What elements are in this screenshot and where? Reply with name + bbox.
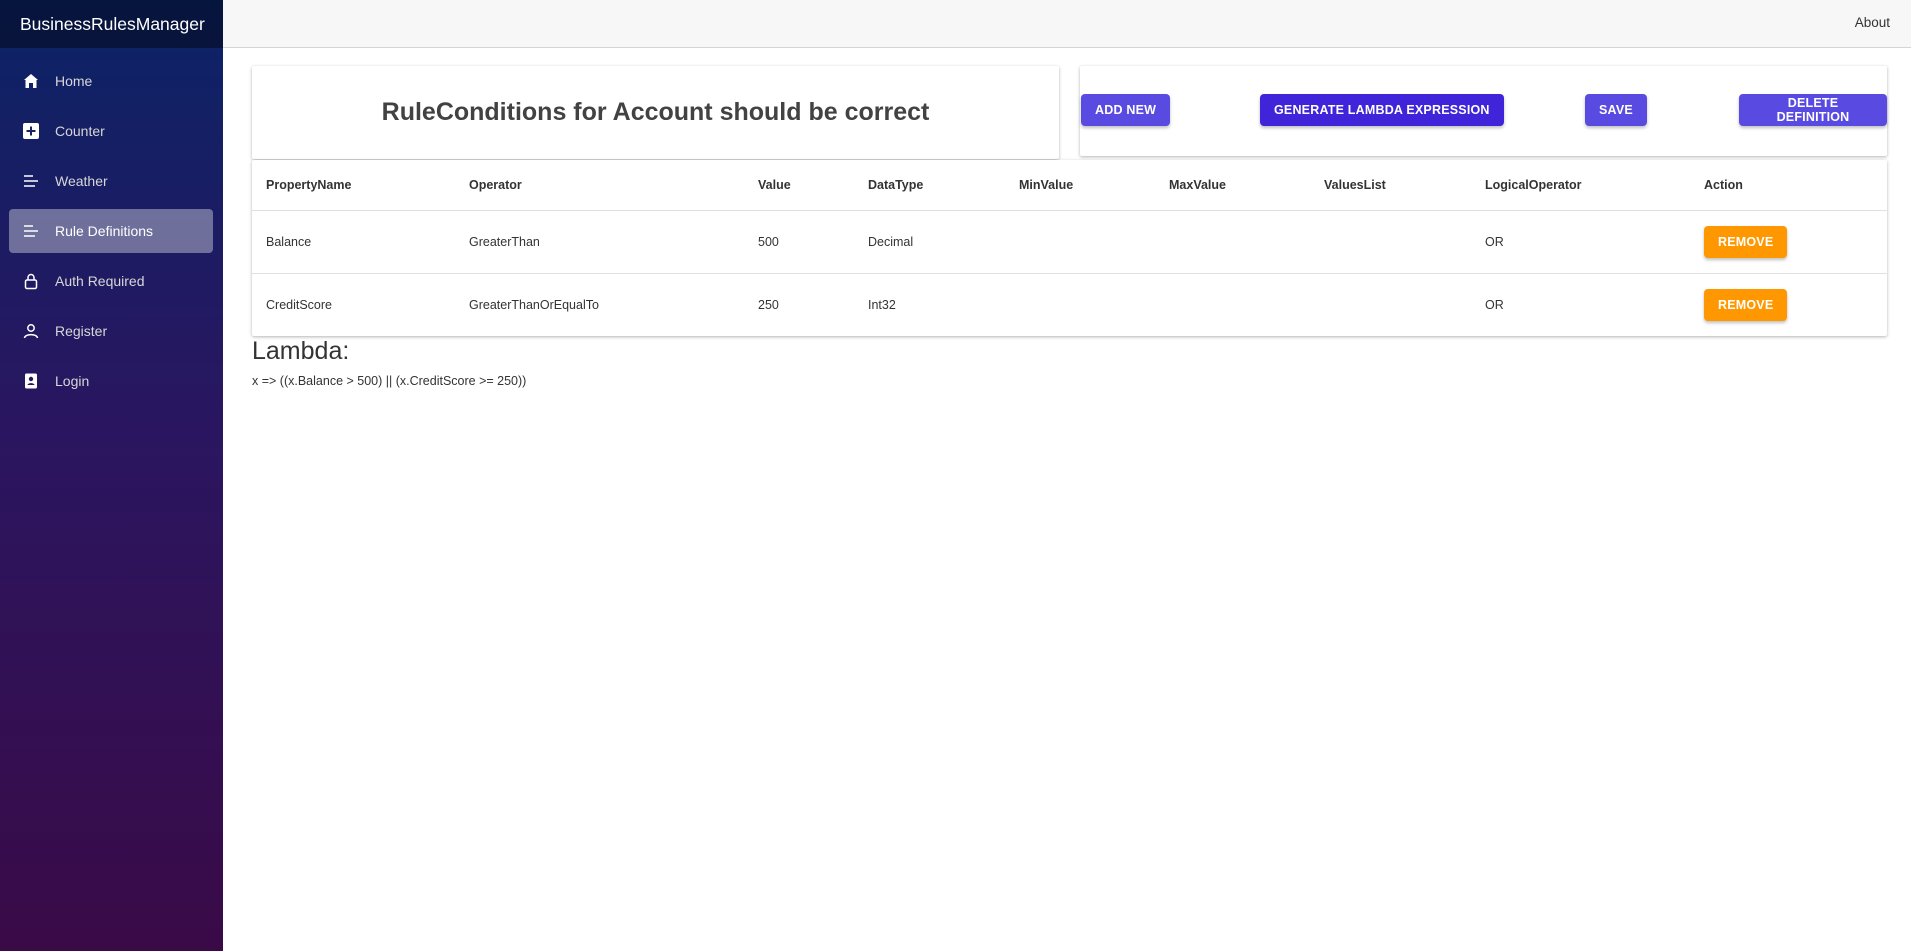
remove-button[interactable]: REMOVE [1704,289,1788,321]
sidebar-item-label: Rule Definitions [55,223,154,239]
sidebar-item-login[interactable]: Login [9,359,213,403]
list-icon [22,222,40,240]
sidebar-item-auth-required[interactable]: Auth Required [9,259,213,303]
values-list-cell [1310,210,1471,274]
value-cell: 500 [744,210,854,274]
page-title: RuleConditions for Account should be cor… [381,98,930,126]
sidebar: BusinessRulesManager Home Counter Weathe… [0,0,223,951]
sidebar-item-label: Weather [55,173,108,189]
rule-conditions-table-card: PropertyName Operator Value DataType Min… [252,160,1887,336]
value-cell: 250 [758,298,779,312]
column-header: MaxValue [1155,160,1310,211]
sidebar-item-label: Home [55,73,93,89]
lock-icon [22,272,40,290]
sidebar-item-label: Login [55,373,90,389]
sidebar-item-register[interactable]: Register [9,309,213,353]
remove-button[interactable]: REMOVE [1704,226,1788,258]
sidebar-item-label: Counter [55,123,105,139]
toolbar-card: ADD NEW GENERATE LAMBDA EXPRESSION SAVE … [1080,66,1887,156]
sidebar-item-label: Register [55,323,108,339]
action-cell: REMOVE [1690,210,1887,274]
lambda-expression: x => ((x.Balance > 500) || (x.CreditScor… [252,374,527,388]
column-header: PropertyName [252,160,455,211]
table-header-row: PropertyName Operator Value DataType Min… [252,160,1887,211]
generate-lambda-button[interactable]: GENERATE LAMBDA EXPRESSION [1260,94,1504,126]
lambda-heading: Lambda: [252,337,350,365]
person-icon [22,322,40,340]
min-value-cell [1005,274,1155,337]
table-row: CreditScore GreaterThanOrEqualTo 250 Int… [252,274,1887,337]
datatype-cell: Decimal [854,210,1005,274]
operator-cell: GreaterThanOrEqualTo [469,298,599,312]
brand-link[interactable]: BusinessRulesManager [20,14,205,35]
column-header: Action [1690,160,1887,211]
home-icon [22,72,40,90]
sidebar-item-home[interactable]: Home [9,59,213,103]
sidebar-item-rule-definitions[interactable]: Rule Definitions [9,209,213,253]
add-new-button[interactable]: ADD NEW [1081,94,1171,126]
delete-definition-button[interactable]: DELETE DEFINITION [1739,94,1887,126]
min-value-cell [1005,210,1155,274]
column-header: Operator [455,160,744,211]
property-name-cell: Balance [252,210,455,274]
save-button[interactable]: SAVE [1585,94,1647,126]
sidebar-item-label: Auth Required [55,273,145,289]
column-header: Value [744,160,854,211]
column-header: MinValue [1005,160,1155,211]
plus-square-icon [22,122,40,140]
column-header: LogicalOperator [1471,160,1690,211]
logical-operator-cell: OR [1485,298,1504,312]
max-value-cell [1155,274,1310,337]
list-icon [22,172,40,190]
column-header: ValuesList [1310,160,1471,211]
badge-icon [22,372,40,390]
top-bar: About [223,0,1911,48]
sidebar-item-weather[interactable]: Weather [9,159,213,203]
about-link[interactable]: About [1855,15,1890,30]
values-list-cell [1310,274,1471,337]
action-cell: REMOVE [1690,274,1887,337]
rule-conditions-table: PropertyName Operator Value DataType Min… [252,160,1887,336]
property-name-cell: CreditScore [266,298,332,312]
nav-menu: Home Counter Weather Rule Definitions Au… [0,48,223,403]
logical-operator-cell: OR [1471,210,1690,274]
datatype-cell: Int32 [868,298,896,312]
table-row: Balance GreaterThan 500 Decimal OR REMOV… [252,210,1887,274]
operator-cell: GreaterThan [455,210,744,274]
title-card: RuleConditions for Account should be cor… [252,66,1059,159]
brand-bar: BusinessRulesManager [0,0,223,48]
sidebar-item-counter[interactable]: Counter [9,109,213,153]
max-value-cell [1155,210,1310,274]
column-header: DataType [854,160,1005,211]
